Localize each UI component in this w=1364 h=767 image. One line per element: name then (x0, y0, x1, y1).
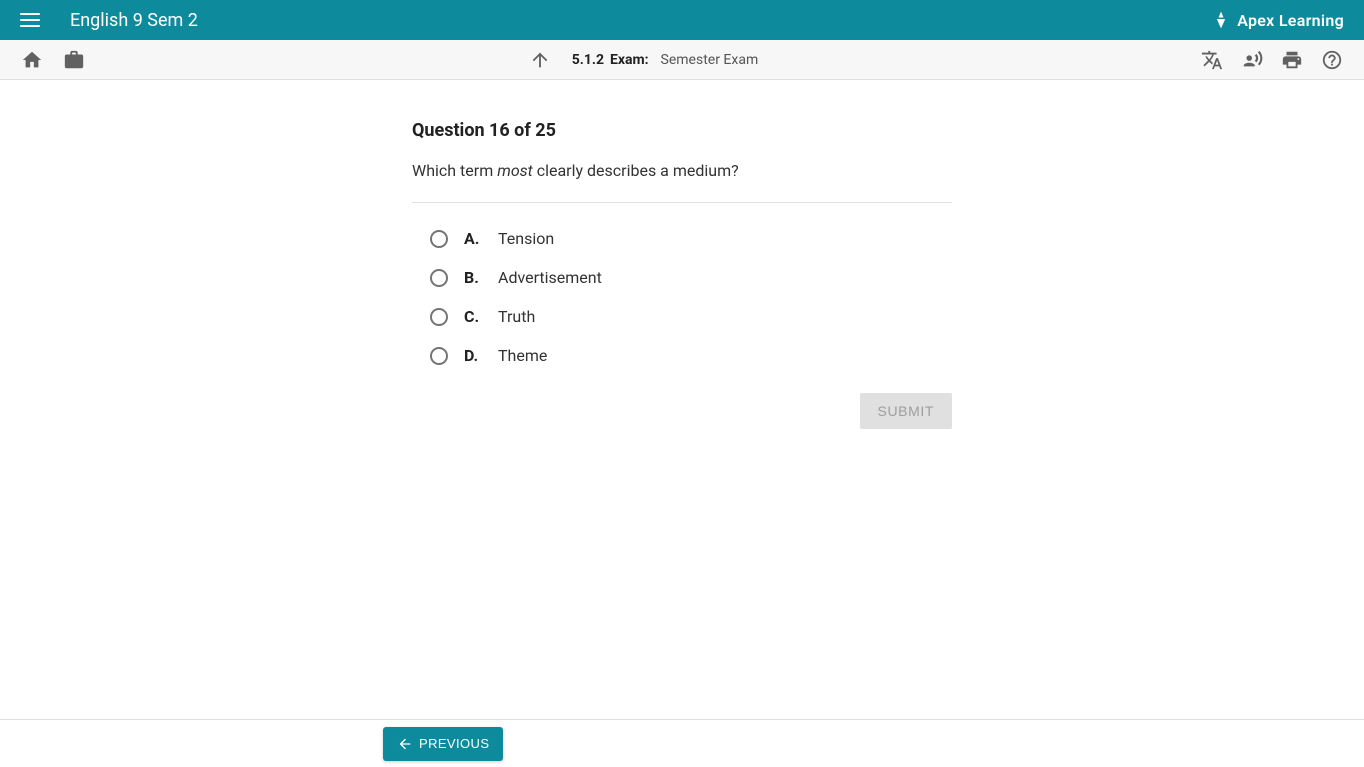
radio-icon[interactable] (430, 308, 448, 326)
briefcase-icon[interactable] (62, 48, 86, 72)
question-prompt: Which term most clearly describes a medi… (412, 159, 952, 182)
answer-option-c[interactable]: C. Truth (430, 307, 952, 326)
apex-logo-icon (1211, 10, 1231, 30)
print-icon[interactable] (1280, 48, 1304, 72)
previous-button[interactable]: PREVIOUS (383, 727, 503, 761)
answer-text: Truth (498, 307, 535, 326)
prompt-em: most (497, 161, 533, 180)
brand-logo: Apex Learning (1211, 10, 1344, 30)
answer-option-b[interactable]: B. Advertisement (430, 268, 952, 287)
question-panel: Question 16 of 25 Which term most clearl… (402, 120, 962, 429)
answer-letter: D. (464, 346, 482, 365)
course-title: English 9 Sem 2 (70, 10, 198, 31)
menu-icon[interactable] (20, 13, 40, 27)
previous-label: PREVIOUS (419, 736, 489, 751)
home-icon[interactable] (20, 48, 44, 72)
question-progress: Question 16 of 25 (412, 120, 952, 141)
help-icon[interactable] (1320, 48, 1344, 72)
up-arrow-icon[interactable] (528, 48, 552, 72)
arrow-left-icon (397, 736, 413, 752)
sub-bar: 5.1.2 Exam: Semester Exam (0, 40, 1364, 80)
exam-label: Exam: (610, 52, 649, 68)
answer-letter: A. (464, 229, 482, 248)
answer-option-a[interactable]: A. Tension (430, 229, 952, 248)
brand-text: Apex Learning (1237, 11, 1344, 30)
top-bar: English 9 Sem 2 Apex Learning (0, 0, 1364, 40)
radio-icon[interactable] (430, 269, 448, 287)
divider (412, 202, 952, 203)
read-aloud-icon[interactable] (1240, 48, 1264, 72)
exam-number: 5.1.2 (572, 52, 604, 68)
answer-text: Advertisement (498, 268, 602, 287)
answer-letter: C. (464, 307, 482, 326)
submit-button[interactable]: SUBMIT (860, 393, 953, 429)
prompt-prefix: Which term (412, 161, 497, 180)
answer-text: Tension (498, 229, 554, 248)
prompt-suffix: clearly describes a medium? (533, 161, 739, 180)
answer-option-d[interactable]: D. Theme (430, 346, 952, 365)
footer-bar: PREVIOUS (0, 719, 1364, 767)
radio-icon[interactable] (430, 230, 448, 248)
radio-icon[interactable] (430, 347, 448, 365)
answer-letter: B. (464, 268, 482, 287)
translate-icon[interactable] (1200, 48, 1224, 72)
answer-text: Theme (498, 346, 547, 365)
breadcrumb: 5.1.2 Exam: Semester Exam (86, 48, 1200, 72)
exam-title: Semester Exam (661, 52, 759, 68)
answer-list: A. Tension B. Advertisement C. Truth D. … (412, 229, 952, 365)
